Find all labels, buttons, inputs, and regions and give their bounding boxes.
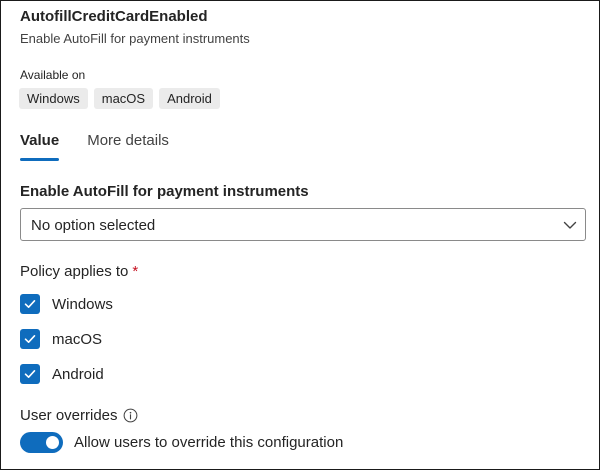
checkmark-icon (24, 370, 36, 378)
policy-applies-text: Policy applies to (20, 263, 129, 280)
override-toggle-label: Allow users to override this configurati… (74, 434, 344, 451)
checkbox-label: macOS (52, 330, 103, 348)
checkbox-macos[interactable]: macOS (20, 329, 102, 349)
available-on-label: Available on (20, 68, 86, 82)
setting-dropdown[interactable]: No option selected (20, 208, 586, 241)
policy-settings-panel: AutofillCreditCardEnabled Enable AutoFil… (0, 0, 600, 470)
required-marker: * (132, 263, 139, 280)
policy-applies-label: Policy applies to * (20, 263, 138, 280)
setting-label: Enable AutoFill for payment instruments (20, 183, 309, 200)
checkbox-label: Windows (52, 295, 113, 313)
checkmark-icon (24, 335, 36, 343)
toggle-knob (46, 436, 59, 449)
tab-more-details[interactable]: More details (87, 132, 169, 161)
chevron-down-icon (563, 221, 577, 229)
checkbox-box[interactable] (20, 294, 40, 314)
platform-chip-windows: Windows (19, 88, 88, 109)
tab-value-label: Value (20, 132, 60, 149)
platform-chip-android: Android (159, 88, 220, 109)
tab-value[interactable]: Value (20, 132, 60, 161)
tab-bar: Value More details (20, 132, 169, 161)
checkbox-box[interactable] (20, 329, 40, 349)
platform-chip-macos: macOS (93, 88, 154, 109)
checkbox-label: Android (52, 365, 104, 383)
tab-more-details-label: More details (87, 132, 169, 149)
checkbox-android[interactable]: Android (20, 364, 104, 384)
dropdown-value: No option selected (31, 217, 156, 234)
checkbox-windows[interactable]: Windows (20, 294, 113, 314)
user-overrides-text: User overrides (20, 407, 118, 424)
override-toggle-row: Allow users to override this configurati… (20, 432, 343, 453)
checkmark-icon (24, 300, 36, 308)
page-subtitle: Enable AutoFill for payment instruments (20, 31, 250, 46)
platform-chips: Windows macOS Android (19, 88, 220, 109)
active-tab-indicator (20, 158, 60, 161)
page-title: AutofillCreditCardEnabled (20, 8, 208, 25)
user-overrides-label: User overrides (20, 407, 138, 424)
info-icon[interactable] (123, 408, 138, 423)
override-toggle[interactable] (20, 432, 63, 453)
checkbox-box[interactable] (20, 364, 40, 384)
